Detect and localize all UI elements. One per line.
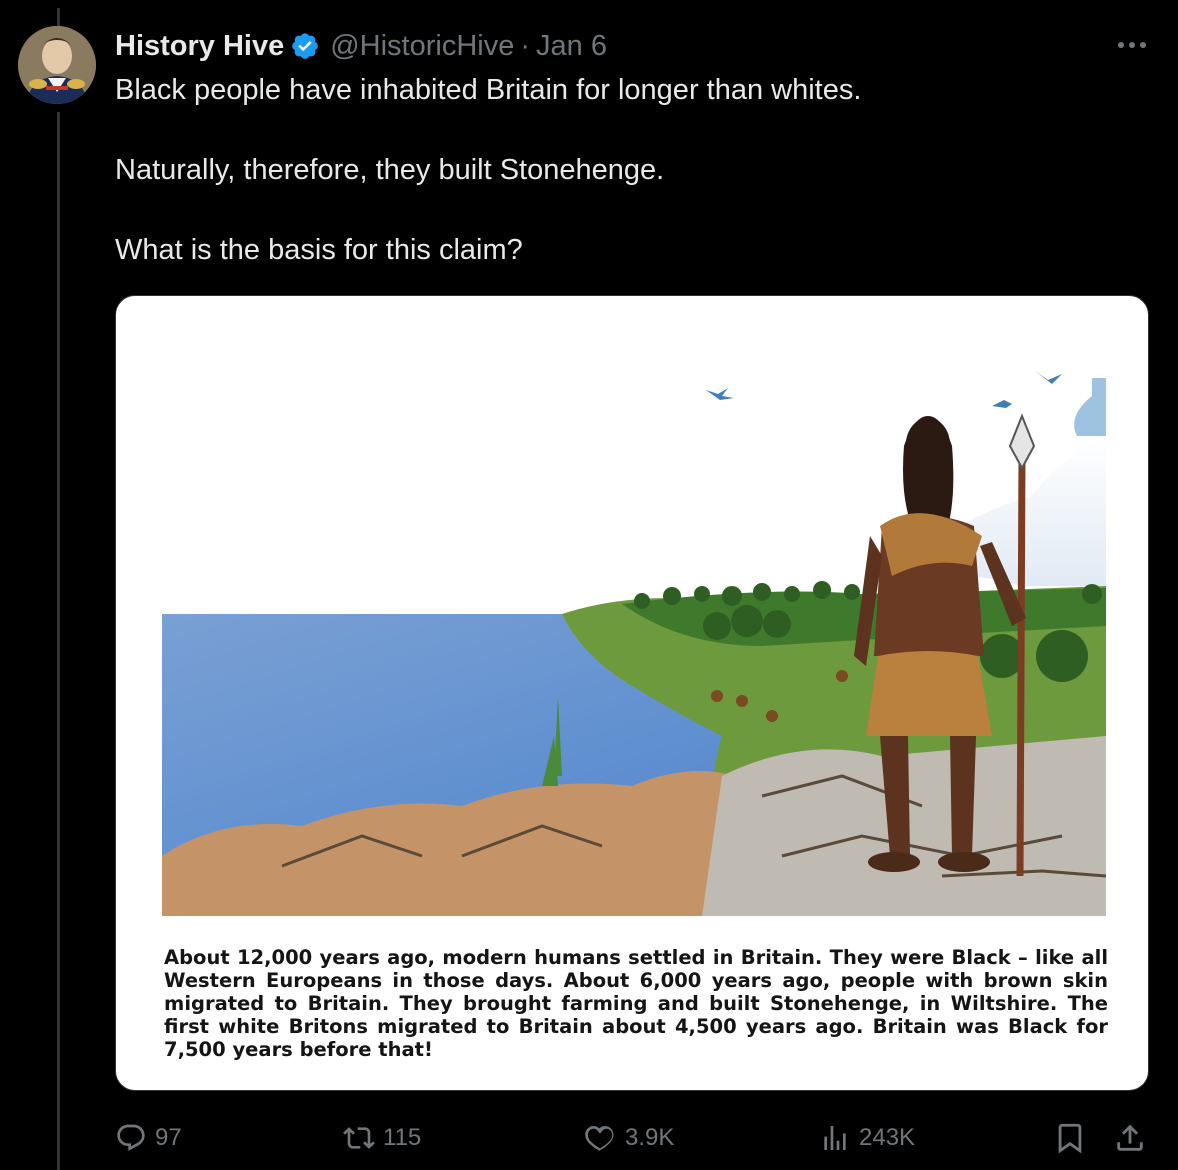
tweet-line-2: Naturally, therefore, they built Stonehe… — [115, 154, 665, 186]
reply-icon — [117, 1124, 145, 1151]
share-button[interactable] — [1113, 1118, 1155, 1158]
tweet-header: History Hive @HistoricHive · Jan 6 — [115, 26, 607, 66]
repost-button[interactable]: 115 — [343, 1118, 421, 1158]
separator: · — [520, 29, 531, 62]
bookmark-icon — [1058, 1123, 1082, 1154]
reply-count: 97 — [155, 1124, 182, 1151]
image-caption: About 12,000 years ago, modern humans se… — [164, 946, 1108, 1061]
like-icon — [585, 1125, 614, 1152]
verified-badge-icon — [292, 33, 319, 59]
like-count: 3.9K — [625, 1124, 675, 1151]
tweet-line-1: Black people have inhabited Britain for … — [115, 74, 862, 106]
share-icon — [1117, 1124, 1143, 1151]
views-button[interactable]: 243K — [819, 1118, 915, 1158]
repost-icon — [343, 1127, 375, 1149]
thread-line — [57, 112, 60, 1170]
bookmark-button[interactable] — [1053, 1118, 1095, 1158]
reply-button[interactable]: 97 — [115, 1118, 182, 1158]
like-button[interactable]: 3.9K — [583, 1118, 674, 1158]
action-bar: 97 115 3.9K 243K — [115, 1118, 1155, 1158]
views-icon — [824, 1126, 846, 1150]
author-name[interactable]: History Hive — [115, 30, 284, 63]
tweet-line-3: What is the basis for this claim? — [115, 234, 523, 266]
repost-count: 115 — [383, 1124, 422, 1151]
views-count: 243K — [859, 1124, 916, 1151]
tweet-date[interactable]: Jan 6 — [536, 30, 607, 63]
illustration-image — [162, 356, 1106, 916]
thread-line-top — [57, 8, 60, 28]
more-options-icon[interactable] — [1114, 30, 1150, 60]
tweet-media[interactable]: About 12,000 years ago, modern humans se… — [115, 295, 1149, 1091]
tweet-text: Black people have inhabited Britain for … — [115, 70, 1135, 270]
author-handle[interactable]: @HistoricHive — [330, 30, 514, 63]
avatar[interactable] — [18, 26, 96, 104]
